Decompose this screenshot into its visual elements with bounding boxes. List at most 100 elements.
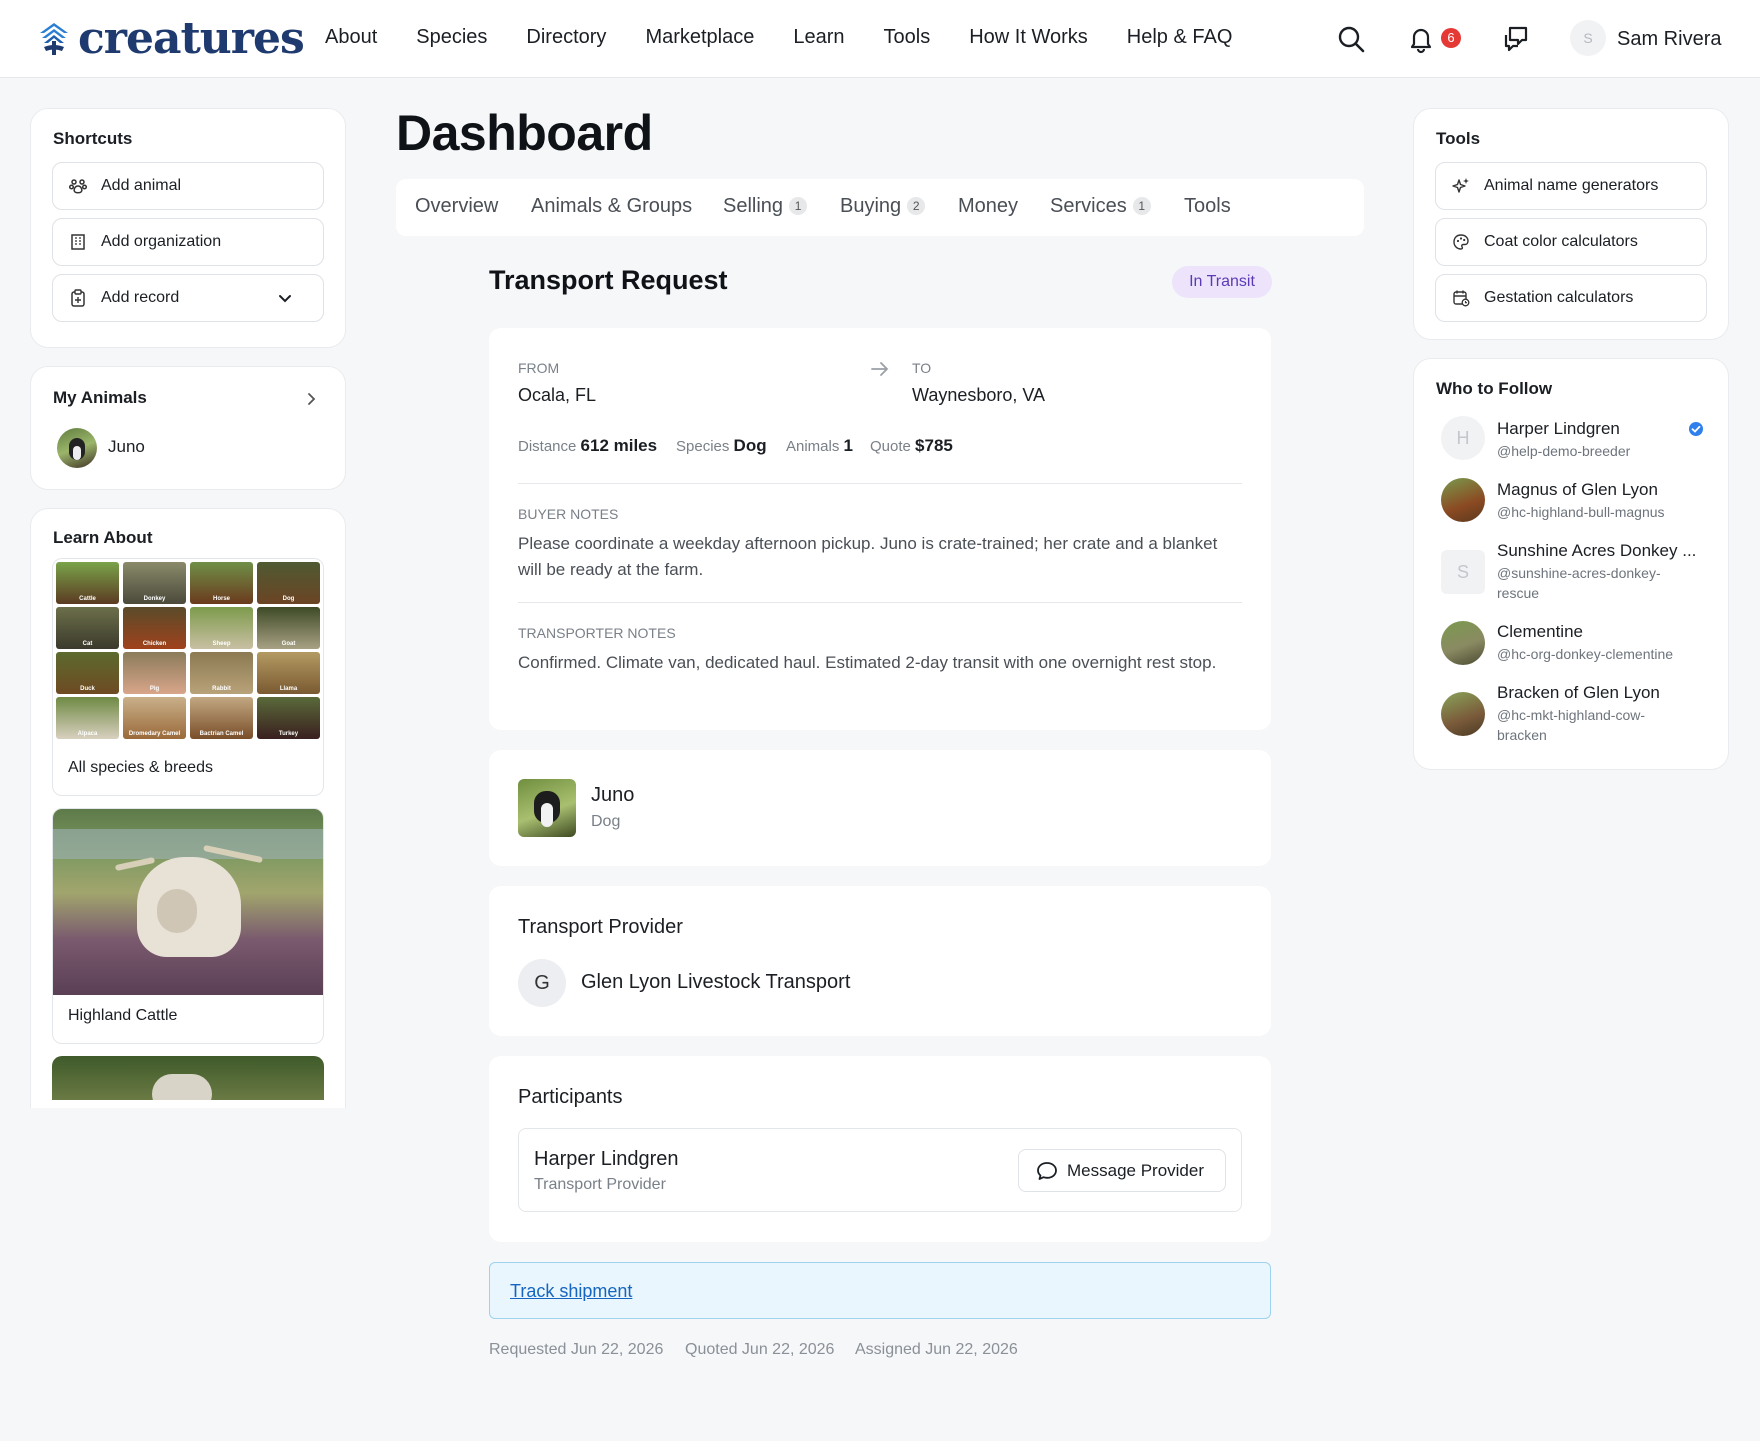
species-grid[interactable]: Cattle Donkey Horse Dog Cat Chicken Shee…	[56, 562, 320, 746]
sparkle-icon	[1452, 178, 1469, 193]
follow-name[interactable]: Harper Lindgren	[1497, 419, 1620, 439]
user-avatar[interactable]: S	[1570, 20, 1606, 56]
follow-avatar[interactable]: H	[1441, 416, 1485, 460]
tab-money[interactable]: Money	[958, 195, 1018, 218]
species-tile-goat[interactable]: Goat	[257, 607, 320, 649]
add-organization-label: Add organization	[101, 233, 222, 250]
add-animal-label: Add animal	[101, 177, 182, 194]
gestation-calculators-button[interactable]: Gestation calculators	[1435, 274, 1707, 322]
top-header: creatures About Species Directory Market…	[0, 0, 1760, 78]
message-icon	[1037, 1161, 1057, 1180]
clipboard-icon	[71, 289, 85, 307]
follow-handle: @hc-highland-bull-magnus	[1497, 504, 1665, 520]
buyer-notes-text: Please coordinate a weekday afternoon pi…	[518, 534, 1218, 579]
nav-species[interactable]: Species	[416, 26, 487, 49]
species-tile-dromedary-camel[interactable]: Dromedary Camel	[123, 697, 186, 739]
species-tile-bactrian-camel[interactable]: Bactrian Camel	[190, 697, 253, 739]
next-species-card[interactable]	[52, 1056, 324, 1100]
chat-icon[interactable]	[1500, 24, 1530, 54]
nav-marketplace[interactable]: Marketplace	[645, 26, 754, 49]
my-animals-title[interactable]: My Animals	[53, 388, 147, 408]
featured-species-card[interactable]: Highland Cattle	[52, 808, 324, 1044]
follow-name[interactable]: Magnus of Glen Lyon	[1497, 480, 1658, 500]
divider	[518, 602, 1242, 603]
species-tile-donkey[interactable]: Donkey	[123, 562, 186, 604]
track-shipment-link[interactable]: Track shipment	[510, 1281, 632, 1302]
tab-selling[interactable]: Selling 1	[723, 195, 808, 218]
species-tile-duck[interactable]: Duck	[56, 652, 119, 694]
species-tile-rabbit[interactable]: Rabbit	[190, 652, 253, 694]
species-tile-turkey[interactable]: Turkey	[257, 697, 320, 739]
transport-provider-panel	[489, 886, 1271, 1036]
species-tile-dog[interactable]: Dog	[257, 562, 320, 604]
add-record-label: Add record	[101, 289, 180, 306]
animal-name-generators-button[interactable]: Animal name generators	[1435, 162, 1707, 210]
provider-name[interactable]: Glen Lyon Livestock Transport	[581, 971, 850, 994]
follow-avatar[interactable]: S	[1441, 550, 1485, 594]
species-tile-cattle[interactable]: Cattle	[56, 562, 119, 604]
to-label: TO	[912, 360, 932, 376]
assigned-date: Assigned Jun 22, 2026	[855, 1341, 1018, 1358]
main-nav: About Species Directory Marketplace Lear…	[325, 26, 1271, 49]
animal-avatar-juno[interactable]	[57, 428, 97, 468]
status-badge: In Transit	[1172, 266, 1272, 298]
logo-icon	[40, 23, 68, 55]
bell-icon[interactable]	[1406, 24, 1436, 54]
nav-tools[interactable]: Tools	[884, 26, 931, 49]
search-icon[interactable]	[1336, 24, 1366, 54]
coat-color-calculators-button[interactable]: Coat color calculators	[1435, 218, 1707, 266]
nav-how-it-works[interactable]: How It Works	[969, 26, 1088, 49]
species-tile-pig[interactable]: Pig	[123, 652, 186, 694]
animal-name[interactable]: Juno	[591, 784, 634, 807]
featured-species-label: Highland Cattle	[68, 1007, 178, 1024]
add-animal-button[interactable]: Add animal	[52, 162, 324, 210]
nav-directory[interactable]: Directory	[526, 26, 606, 49]
species-tile-chicken[interactable]: Chicken	[123, 607, 186, 649]
paw-icon	[69, 179, 87, 194]
palette-icon	[1453, 234, 1469, 250]
follow-name[interactable]: Bracken of Glen Lyon	[1497, 683, 1660, 703]
animal-name-generators-label: Animal name generators	[1484, 177, 1659, 194]
follow-avatar[interactable]	[1441, 621, 1485, 665]
provider-avatar: G	[518, 959, 566, 1007]
tab-overview[interactable]: Overview	[415, 195, 498, 218]
highland-cattle-image	[53, 809, 323, 995]
brand-name: creatures	[78, 13, 305, 64]
species-tile-llama[interactable]: Llama	[257, 652, 320, 694]
participant-name: Harper Lindgren	[534, 1148, 679, 1170]
tab-services[interactable]: Services 1	[1050, 195, 1151, 218]
all-species-link[interactable]: All species & breeds	[68, 759, 213, 777]
follow-handle: @help-demo-breeder	[1497, 443, 1631, 459]
add-record-button[interactable]: Add record	[52, 274, 324, 322]
animals-meta: Animals 1	[786, 436, 853, 455]
chevron-down-icon[interactable]	[277, 290, 293, 306]
follow-name[interactable]: Clementine	[1497, 622, 1583, 642]
gestation-calculators-label: Gestation calculators	[1484, 289, 1634, 306]
species-tile-horse[interactable]: Horse	[190, 562, 253, 604]
message-provider-button[interactable]: Message Provider	[1018, 1149, 1226, 1192]
user-name[interactable]: Sam Rivera	[1617, 28, 1721, 51]
from-label: FROM	[518, 360, 560, 376]
tab-count: 2	[907, 197, 926, 215]
nav-about[interactable]: About	[325, 26, 377, 49]
nav-learn[interactable]: Learn	[793, 26, 844, 49]
tab-tools[interactable]: Tools	[1184, 195, 1231, 218]
nav-help-faq[interactable]: Help & FAQ	[1127, 26, 1233, 49]
who-to-follow-title: Who to Follow	[1436, 379, 1553, 398]
follow-avatar[interactable]	[1441, 478, 1485, 522]
follow-name[interactable]: Sunshine Acres Donkey ...	[1497, 541, 1696, 561]
follow-avatar[interactable]	[1441, 692, 1485, 736]
brand-logo[interactable]: creatures	[38, 13, 305, 64]
tab-buying[interactable]: Buying 2	[840, 195, 926, 218]
species-tile-cat[interactable]: Cat	[56, 607, 119, 649]
tab-animals-groups[interactable]: Animals & Groups	[531, 195, 692, 218]
species-meta: Species Dog	[676, 436, 767, 455]
species-tile-sheep[interactable]: Sheep	[190, 607, 253, 649]
verified-icon	[1689, 422, 1703, 436]
species-tile-alpaca[interactable]: Alpaca	[56, 697, 119, 739]
quoted-date: Quoted Jun 22, 2026	[685, 1341, 835, 1358]
transport-animal-panel[interactable]	[489, 750, 1271, 866]
add-organization-button[interactable]: Add organization	[52, 218, 324, 266]
my-animal-juno[interactable]: Juno	[108, 437, 145, 457]
chevron-right-icon[interactable]	[302, 390, 320, 408]
